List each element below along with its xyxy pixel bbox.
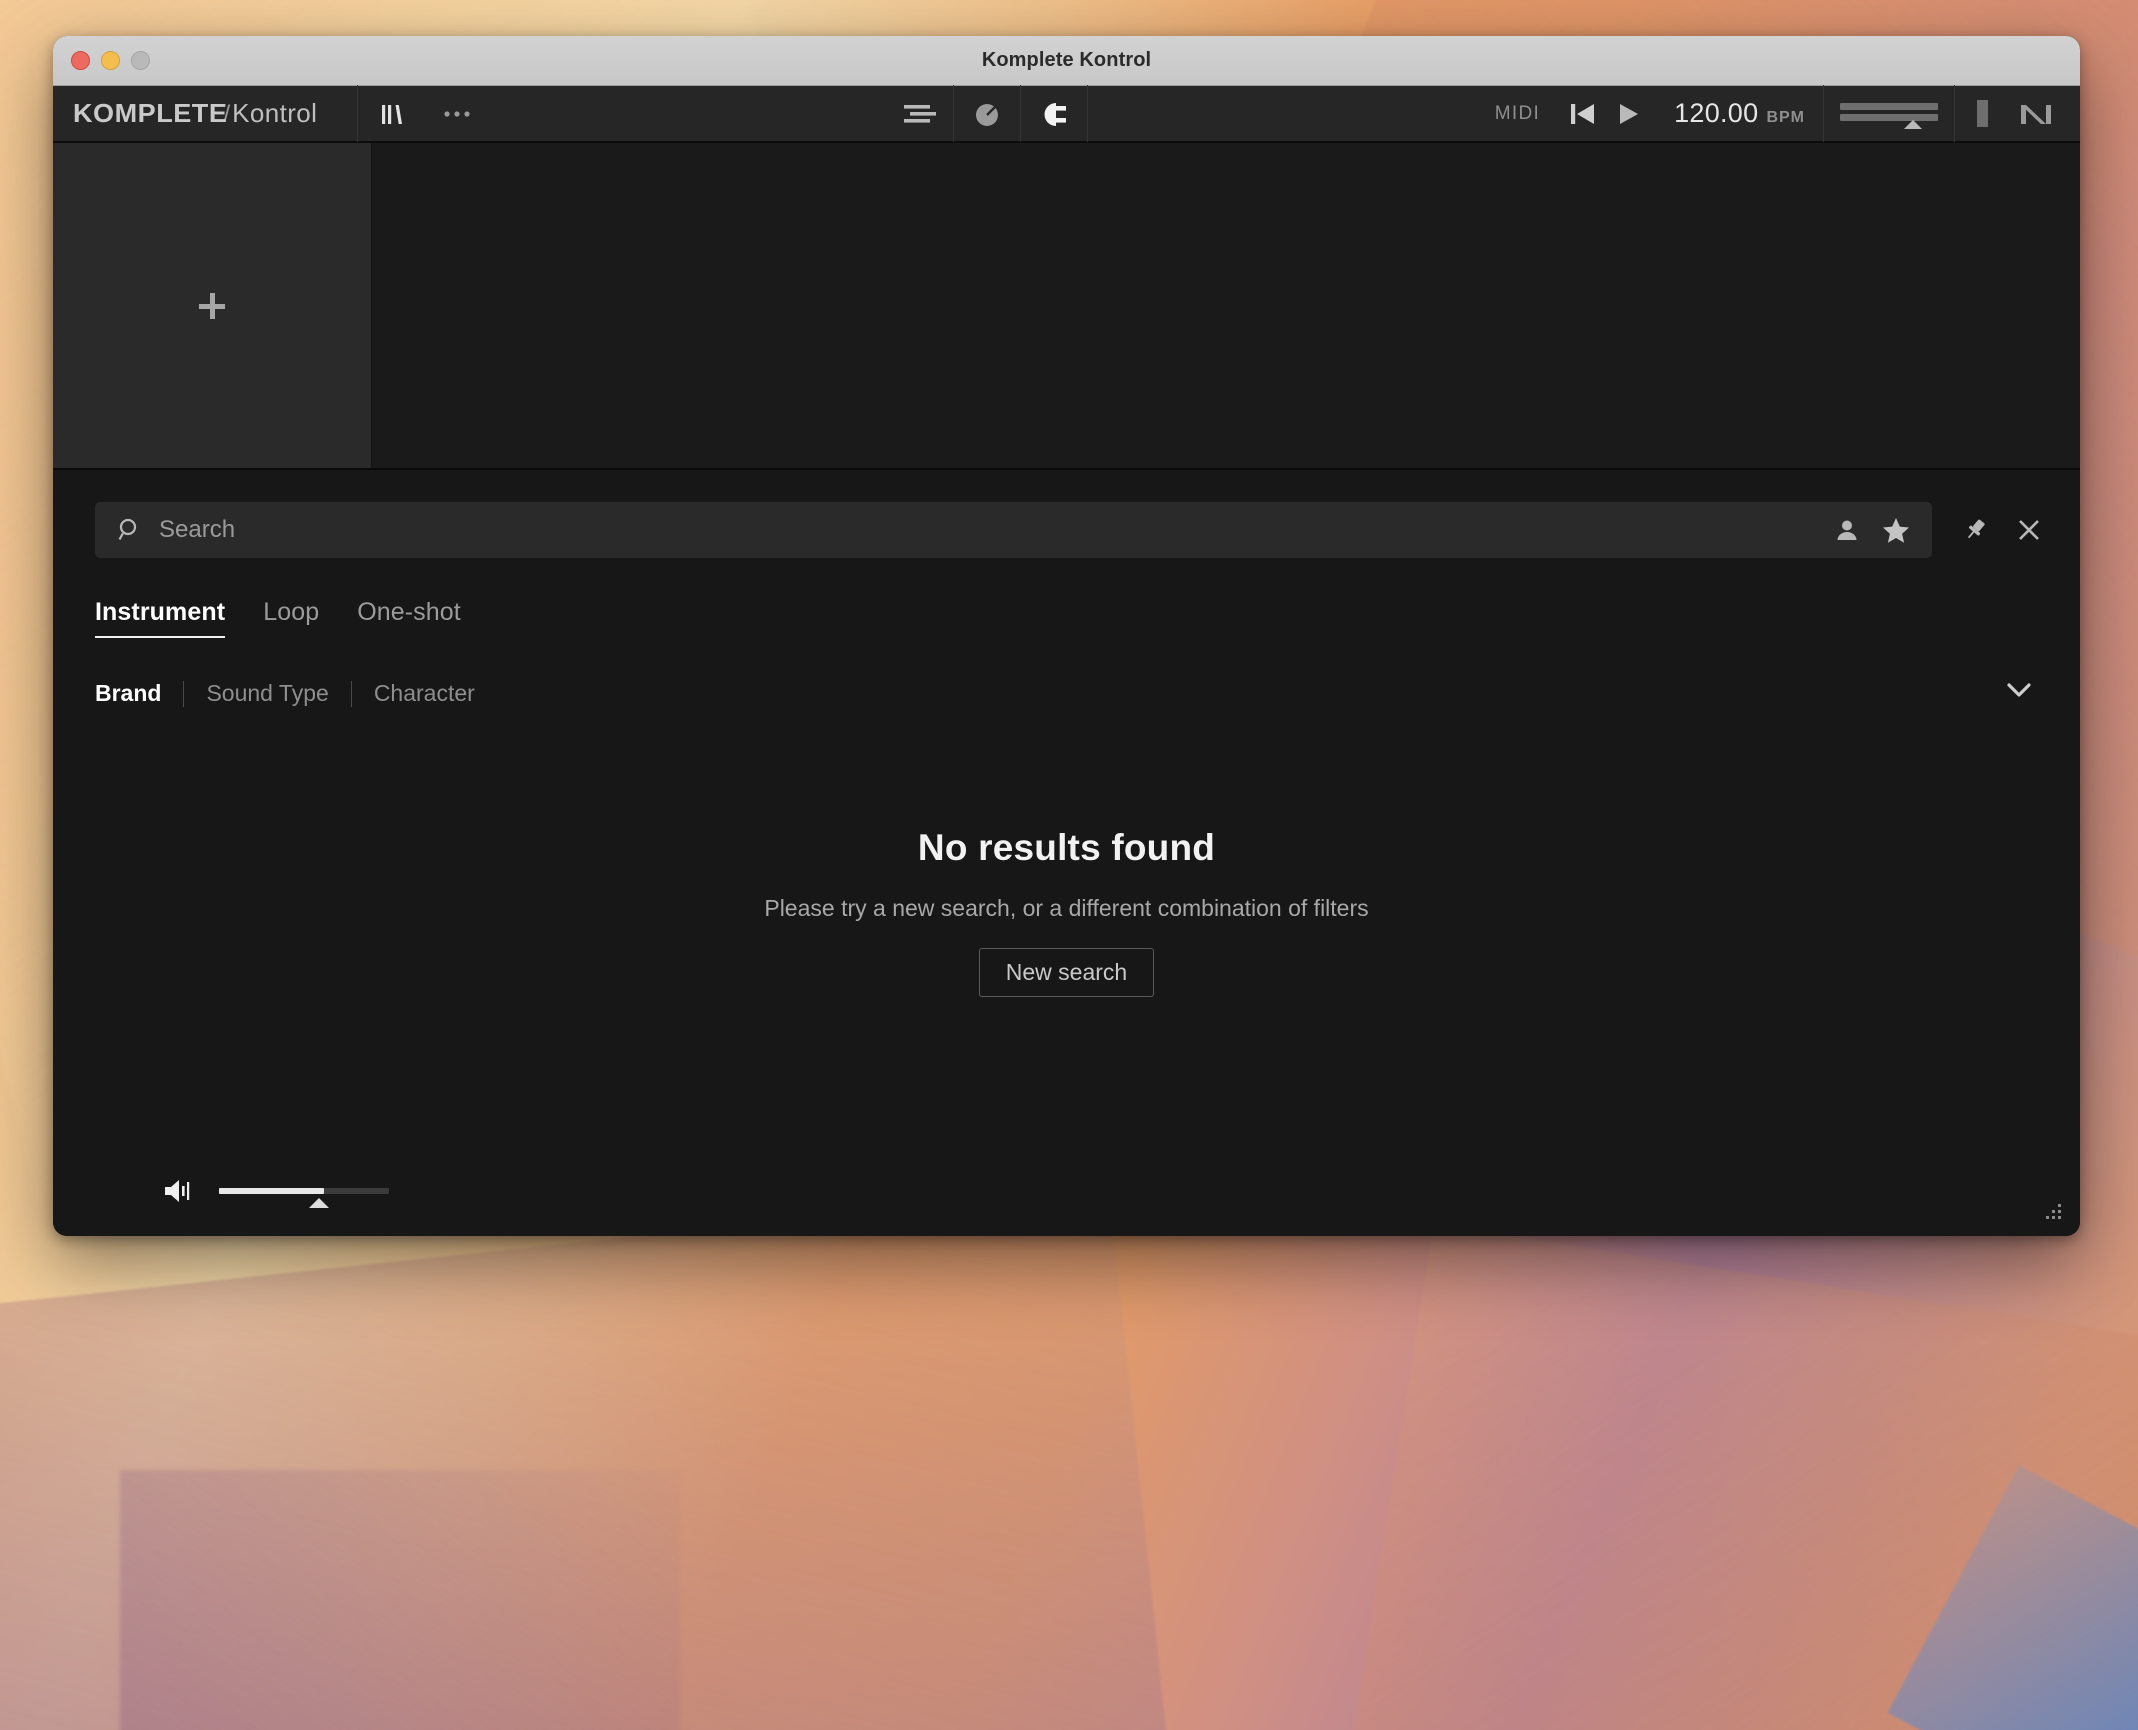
wallpaper-shape-6 [120,1470,680,1730]
minimize-button[interactable] [101,51,120,70]
logo-kontrol-text: Kontrol [232,98,318,128]
window-controls [53,51,150,70]
no-results-title: No results found [917,826,1216,868]
cpu-meter-bar [1977,100,1989,127]
meter-marker [1904,119,1923,129]
tab-instrument[interactable]: Instrument [95,598,226,638]
mixer-lines-icon[interactable] [887,85,953,142]
resize-grip-icon[interactable] [2044,1202,2064,1222]
meter-bar-left [1840,102,1939,110]
chevron-down-icon[interactable] [2004,680,2034,700]
filter-sound-type[interactable]: Sound Type [184,680,350,707]
no-results-subtitle: Please try a new search, or a different … [764,894,1369,921]
filter-brand[interactable]: Brand [95,680,183,707]
speaker-volume-icon[interactable] [163,1176,197,1206]
close-button[interactable] [71,51,90,70]
user-person-icon[interactable] [1834,517,1860,543]
zoom-button[interactable] [131,51,150,70]
browser-panel-controls [1946,517,2042,543]
toolbar-divider-4 [1087,85,1089,142]
browser-panel: Instrument Loop One-shot Brand Sound Typ… [53,470,2080,1236]
wallpaper-shape-3 [0,1186,1185,1730]
plug-icon[interactable] [1021,85,1087,142]
wallpaper-shape-5 [1887,1465,2138,1730]
browser-footer [53,1146,2080,1236]
instrument-rack [53,143,2080,470]
browser-type-tabs: Instrument Loop One-shot [53,558,2080,638]
play-icon[interactable] [1616,100,1642,128]
volume-fill [219,1188,325,1194]
bpm-unit: BPM [1766,109,1806,126]
tab-one-shot[interactable]: One-shot [357,598,461,638]
overflow-menu-icon[interactable] [424,85,490,142]
knob-icon[interactable] [954,85,1020,142]
transport-controls [1554,100,1656,128]
master-level-meter[interactable] [1824,102,1954,129]
komplete-kontrol-logo: KOMPLETE / Kontrol [53,98,317,129]
pin-icon[interactable] [1962,517,1988,543]
midi-label: MIDI [1494,102,1541,124]
tab-loop[interactable]: Loop [263,598,319,638]
search-magnifier-icon [117,517,143,543]
search-field-icons [1834,517,1910,544]
desktop-wallpaper: Komplete Kontrol KOMPLETE / Kontrol MIDI… [0,0,2138,1730]
new-search-button[interactable]: New search [978,947,1155,997]
plus-icon [199,292,225,319]
window-titlebar[interactable]: Komplete Kontrol [53,36,2080,86]
add-instrument-slot[interactable] [53,143,372,468]
wallpaper-shape-4 [1333,1223,2138,1730]
search-field[interactable] [95,502,1932,558]
window-title: Komplete Kontrol [981,49,1152,71]
skip-to-start-icon[interactable] [1568,100,1598,128]
meter-bar-right [1840,113,1939,121]
search-input[interactable] [159,516,1818,544]
rack-empty-area [372,143,2080,468]
komplete-kontrol-window: Komplete Kontrol KOMPLETE / Kontrol MIDI… [53,36,2080,1236]
browser-search-row [53,470,2080,558]
bpm-value: 120.00 [1674,98,1759,128]
star-icon[interactable] [1882,517,1910,544]
volume-marker [309,1198,330,1208]
library-books-icon[interactable] [358,85,424,142]
native-instruments-logo [2010,100,2080,128]
cpu-meter [1955,100,2010,127]
close-x-icon[interactable] [2016,517,2042,543]
tempo-display[interactable]: 120.00 BPM [1656,98,1823,129]
filter-row: Brand Sound Type Character [53,638,2080,707]
volume-slider[interactable] [219,1181,389,1208]
logo-komplete-text: KOMPLETE [73,98,228,128]
kk-toolbar: KOMPLETE / Kontrol MIDI 120.00 BPM [53,85,2080,143]
filter-character[interactable]: Character [352,680,497,707]
